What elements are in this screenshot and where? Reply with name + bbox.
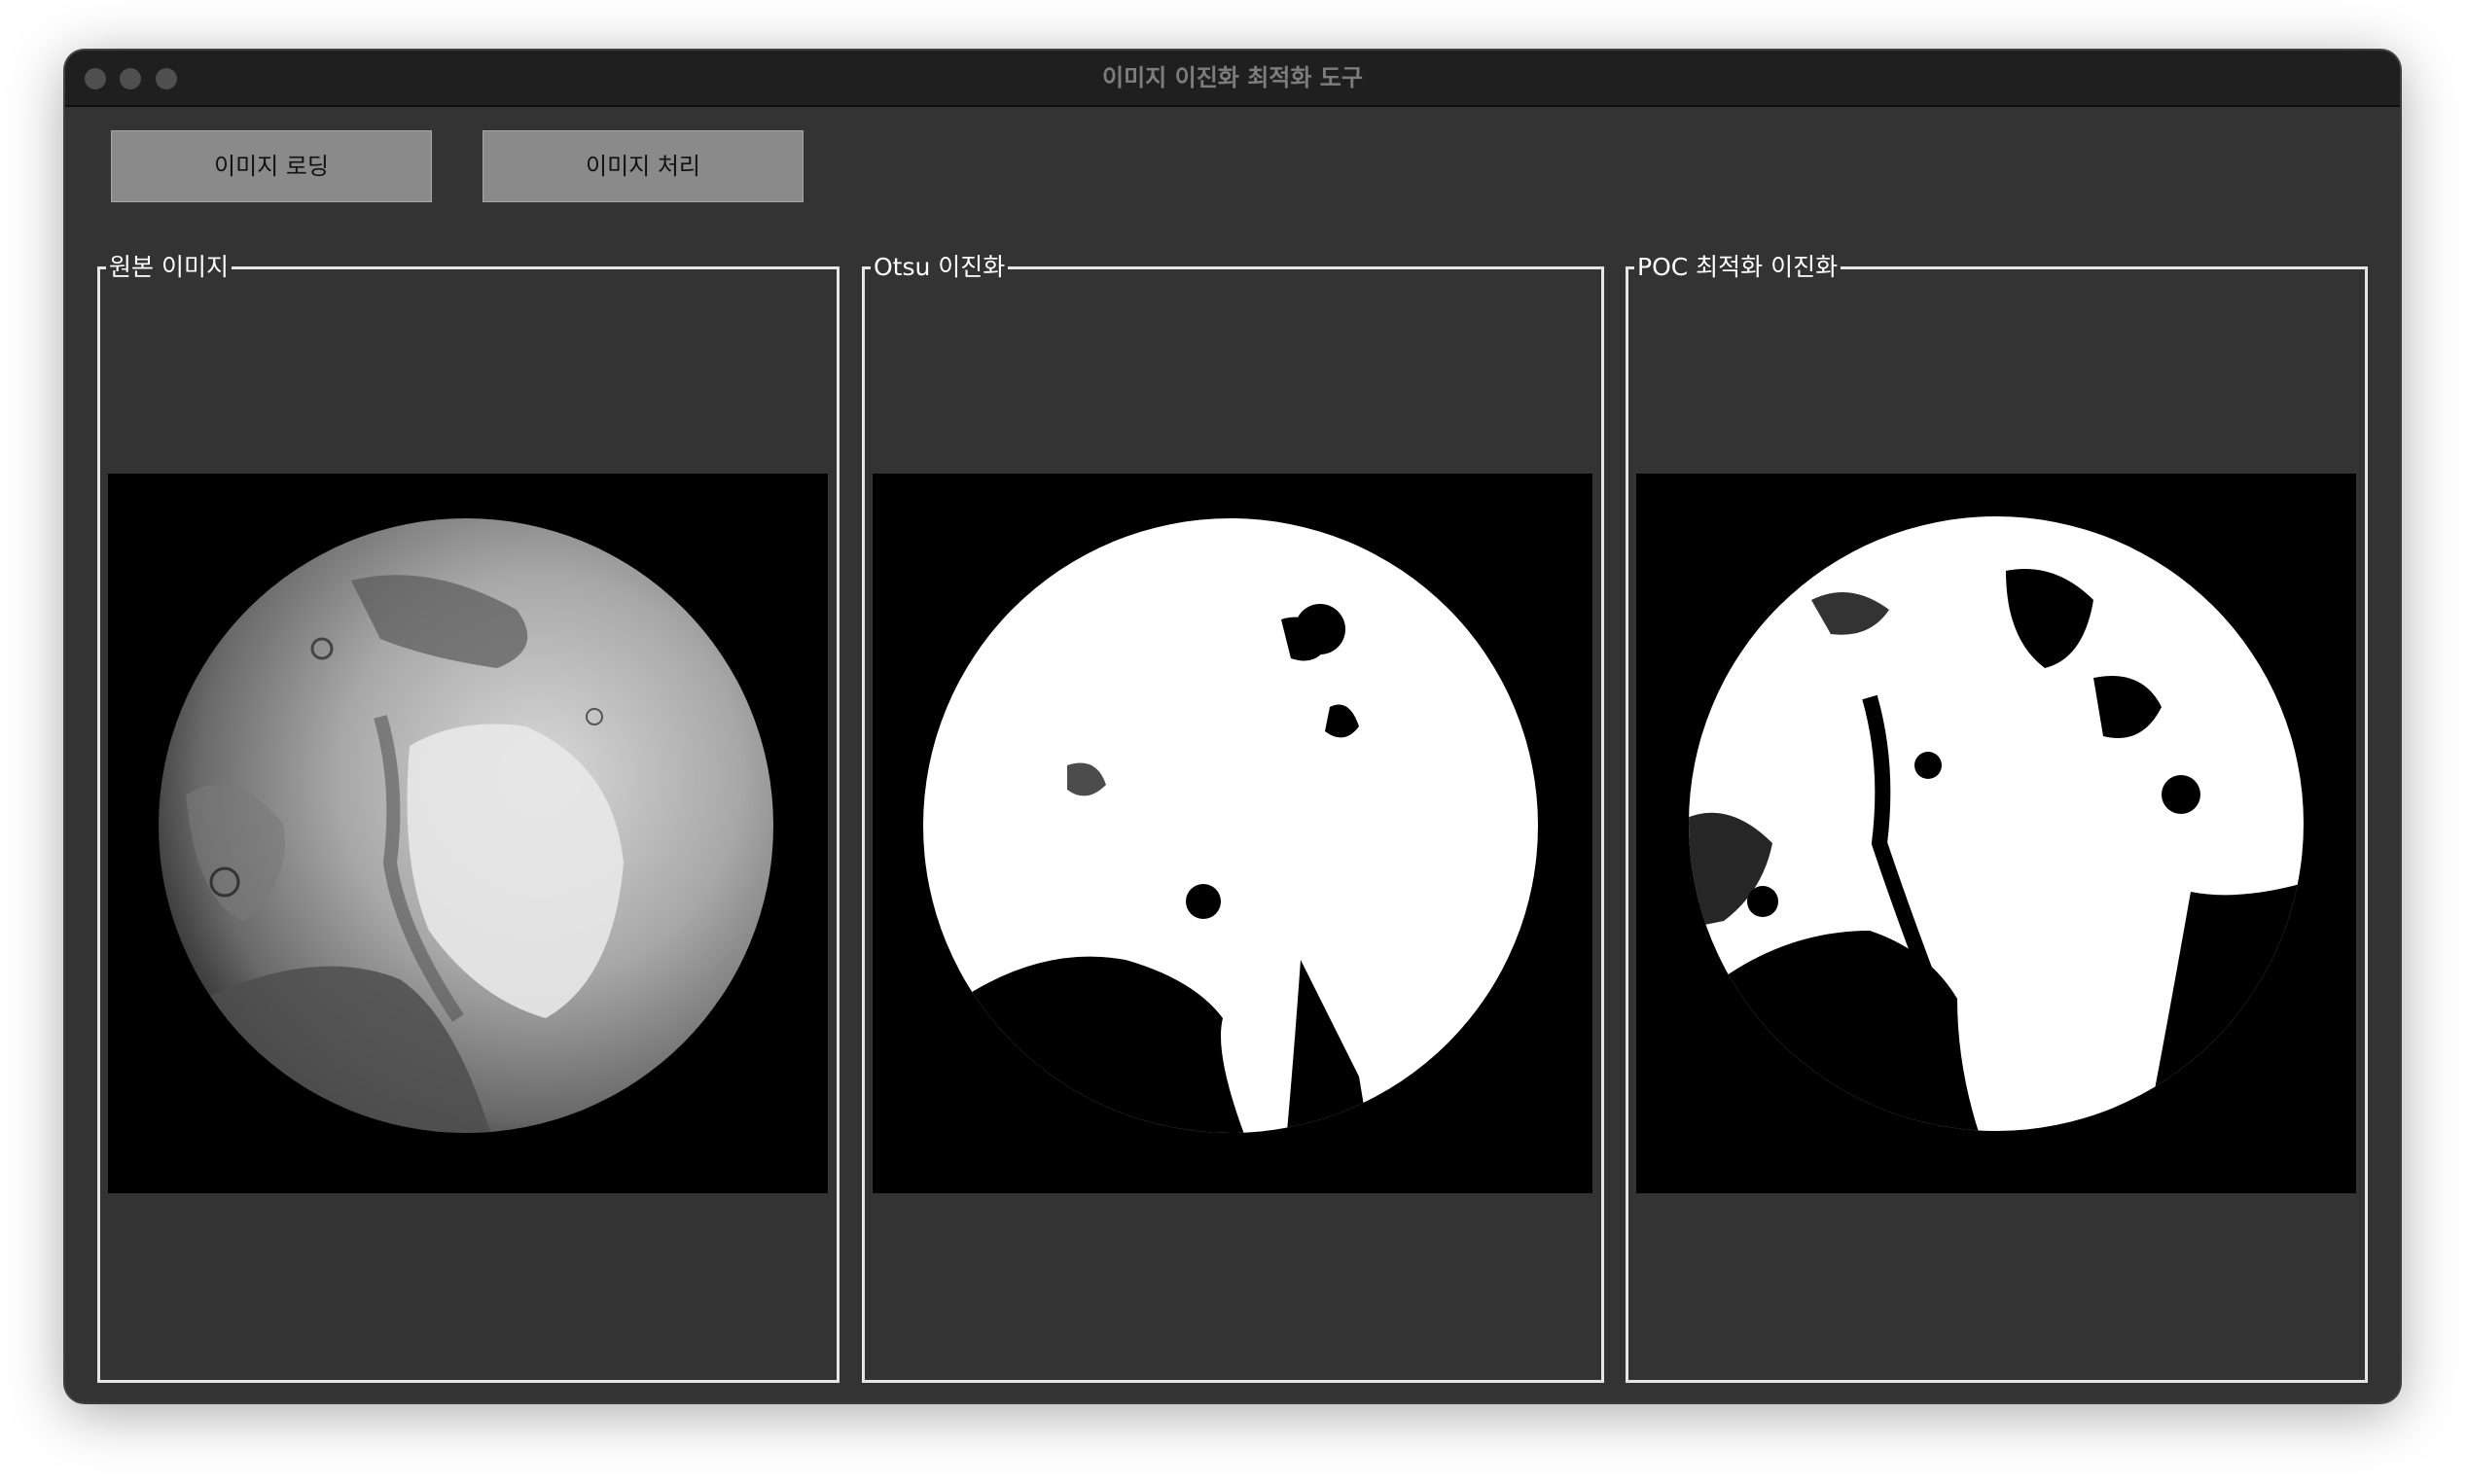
poc-binarized-image bbox=[1636, 474, 2356, 1193]
poc-binarization-panel: POC 최적화 이진화 bbox=[1626, 252, 2368, 1383]
load-image-button[interactable]: 이미지 로딩 bbox=[111, 130, 432, 202]
otsu-binarized-image bbox=[873, 474, 1592, 1193]
panel-label-poc: POC 최적화 이진화 bbox=[1634, 252, 1841, 283]
app-window: 이미지 이진화 최적화 도구 이미지 로딩 이미지 처리 원본 이미지 Otsu… bbox=[65, 51, 2400, 1402]
original-image bbox=[108, 474, 828, 1193]
original-image-panel: 원본 이미지 bbox=[97, 252, 840, 1383]
title-bar: 이미지 이진화 최적화 도구 bbox=[65, 51, 2400, 107]
panel-label-original: 원본 이미지 bbox=[106, 252, 232, 283]
process-image-button[interactable]: 이미지 처리 bbox=[483, 130, 804, 202]
otsu-binarization-panel: Otsu 이진화 bbox=[862, 252, 1604, 1383]
panel-label-otsu: Otsu 이진화 bbox=[871, 252, 1009, 283]
window-title: 이미지 이진화 최적화 도구 bbox=[1102, 64, 1363, 91]
